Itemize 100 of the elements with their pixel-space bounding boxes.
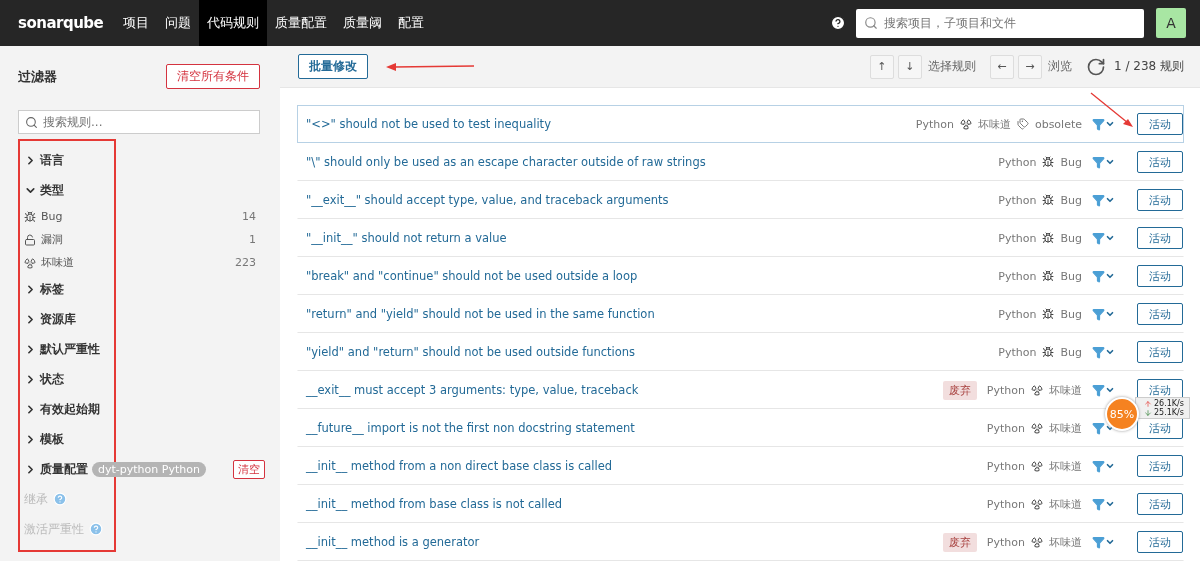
download-speed: 25.1K/s xyxy=(1154,408,1184,417)
activate-button[interactable]: 活动 xyxy=(1137,531,1183,553)
down-key[interactable]: ↓ xyxy=(897,54,922,79)
deprecated-badge: 废弃 xyxy=(942,380,977,400)
bug-icon xyxy=(1042,270,1055,282)
nav-item[interactable]: 问题 xyxy=(157,0,200,46)
rule-title[interactable]: "return" and "yield" should not be used in the same function xyxy=(306,307,993,321)
help-icon[interactable] xyxy=(830,15,846,31)
facet-header[interactable]: 资源库 xyxy=(24,304,76,334)
rule-type: 坏味道 xyxy=(1049,458,1082,474)
rule-language: Python xyxy=(998,193,1037,207)
rule-title[interactable]: __init__ method from a non direct base class is called xyxy=(306,459,981,473)
rule-language: Python xyxy=(998,155,1037,169)
activate-button[interactable]: 活动 xyxy=(1137,113,1183,135)
rule-row[interactable]: __init__ method is a generator 废弃 Python 坏味道 活动 xyxy=(297,523,1184,561)
rule-type: Bug xyxy=(1060,345,1082,359)
clear-all-button[interactable]: 清空所有条件 xyxy=(166,64,260,89)
caret-icon xyxy=(1105,385,1115,395)
upload-speed: 26.1K/s xyxy=(1154,399,1184,408)
facet-header[interactable]: 质量配置 xyxy=(24,454,88,484)
facet-header[interactable]: 标签 xyxy=(24,274,64,304)
bug-icon xyxy=(1042,194,1055,206)
bug-icon xyxy=(1042,308,1055,320)
filter-icon xyxy=(1092,269,1105,283)
rule-title[interactable]: "__exit__" should accept type, value, and traceback arguments xyxy=(306,193,993,207)
rule-language: Python xyxy=(915,117,954,131)
activate-button[interactable]: 活动 xyxy=(1137,417,1183,439)
unlock-icon xyxy=(24,233,36,246)
facet-header[interactable]: 状态 xyxy=(24,364,64,394)
facet-option[interactable]: 漏洞 xyxy=(41,232,63,247)
rule-row[interactable]: "__init__" should not return a value Python Bug 活动 xyxy=(297,219,1184,257)
facet-header[interactable]: 有效起始期 xyxy=(24,394,100,424)
search-icon xyxy=(864,16,878,30)
facet-option[interactable]: Bug xyxy=(41,210,63,223)
activate-button[interactable]: 活动 xyxy=(1137,455,1183,477)
rule-title[interactable]: __init__ method is a generator xyxy=(306,535,937,549)
search-input[interactable]: 搜索规则... xyxy=(43,111,253,133)
activate-button[interactable]: 活动 xyxy=(1137,341,1183,363)
facet-header[interactable]: 类型 xyxy=(24,175,64,205)
logo[interactable]: sonarqube xyxy=(18,14,104,32)
nav-item[interactable]: 项目 xyxy=(115,0,158,46)
rule-type: Bug xyxy=(1060,307,1082,321)
nav-item[interactable]: 质量配置 xyxy=(267,0,336,46)
activate-button[interactable]: 活动 xyxy=(1137,189,1183,211)
filter-icon xyxy=(1092,421,1105,435)
rule-row[interactable]: __init__ method from base class is not called Python 坏味道 活动 xyxy=(297,485,1184,523)
rule-title[interactable]: "__init__" should not return a value xyxy=(306,231,993,245)
facet-count: 223 xyxy=(235,256,256,269)
rule-language: Python xyxy=(998,231,1037,245)
facet-option[interactable]: 坏味道 xyxy=(41,255,74,270)
rule-title[interactable]: __future__ import is not the first non docstring statement xyxy=(306,421,981,435)
nav-item[interactable]: 质量阈 xyxy=(335,0,391,46)
facet-header[interactable]: 模板 xyxy=(24,424,64,454)
facet-header[interactable]: 默认严重性 xyxy=(24,334,100,364)
rule-type: 坏味道 xyxy=(1049,534,1082,550)
caret-icon xyxy=(1105,119,1115,129)
rule-title[interactable]: "break" and "continue" should not be used outside a loop xyxy=(306,269,993,283)
select-label: 选择规则 xyxy=(927,58,976,75)
rule-row[interactable]: __init__ method from a non direct base class is called Python 坏味道 活动 xyxy=(297,447,1184,485)
rule-tag: obsolete xyxy=(1034,117,1082,131)
search-icon xyxy=(25,115,38,129)
search-field[interactable]: 搜索规则... xyxy=(18,110,260,134)
rule-row[interactable]: "<>" should not be used to test inequality Python 坏味道 obsolete 活动 xyxy=(297,105,1184,143)
nav-item[interactable]: 代码规则 xyxy=(199,0,268,46)
rule-language: Python xyxy=(986,421,1025,435)
rule-title[interactable]: "\" should only be used as an escape character outside of raw strings xyxy=(306,155,993,169)
filter-icon xyxy=(1092,497,1105,511)
rule-title[interactable]: __exit__ must accept 3 arguments: type, value, traceback xyxy=(306,383,937,397)
sidebar-title: 过滤器 xyxy=(18,67,57,86)
activate-button[interactable]: 活动 xyxy=(1137,265,1183,287)
rule-row[interactable]: "__exit__" should accept type, value, and traceback arguments Python Bug 活动 xyxy=(297,181,1184,219)
facet-count: 1 xyxy=(249,233,256,246)
avatar[interactable]: A xyxy=(1156,8,1186,38)
filter-icon xyxy=(1092,345,1105,359)
rule-language: Python xyxy=(998,269,1037,283)
activate-button[interactable]: 活动 xyxy=(1137,493,1183,515)
rule-title[interactable]: __init__ method from base class is not called xyxy=(306,497,981,511)
clear-button[interactable]: 清空 xyxy=(232,459,265,479)
rule-row[interactable]: "break" and "continue" should not be used outside a loop Python Bug 活动 xyxy=(297,257,1184,295)
rule-type: Bug xyxy=(1060,155,1082,169)
caret-icon xyxy=(1105,233,1115,243)
radiation-icon xyxy=(1031,460,1043,472)
rule-row[interactable]: "\" should only be used as an escape character outside of raw strings Python Bug 活动 xyxy=(297,143,1184,181)
rule-row[interactable]: "yield" and "return" should not be used outside functions Python Bug 活动 xyxy=(297,333,1184,371)
reload-icon[interactable] xyxy=(1085,56,1106,77)
activate-button[interactable]: 活动 xyxy=(1137,303,1183,325)
bulk-change-button[interactable]: 批量修改 xyxy=(298,54,368,79)
nav-item[interactable]: 配置 xyxy=(390,0,433,46)
activate-button[interactable]: 活动 xyxy=(1137,151,1183,173)
prev-key[interactable]: ← xyxy=(989,54,1014,79)
filter-icon xyxy=(1092,155,1105,169)
up-key[interactable]: ↑ xyxy=(869,54,894,79)
rule-language: Python xyxy=(986,383,1025,397)
rule-title[interactable]: "<>" should not be used to test inequality xyxy=(306,117,910,131)
rule-row[interactable]: "return" and "yield" should not be used in the same function Python Bug 活动 xyxy=(297,295,1184,333)
next-key[interactable]: → xyxy=(1017,54,1042,79)
facet-header[interactable]: 语言 xyxy=(24,145,64,175)
rule-title[interactable]: "yield" and "return" should not be used outside functions xyxy=(306,345,993,359)
activate-button[interactable]: 活动 xyxy=(1137,227,1183,249)
caret-icon xyxy=(1105,195,1115,205)
